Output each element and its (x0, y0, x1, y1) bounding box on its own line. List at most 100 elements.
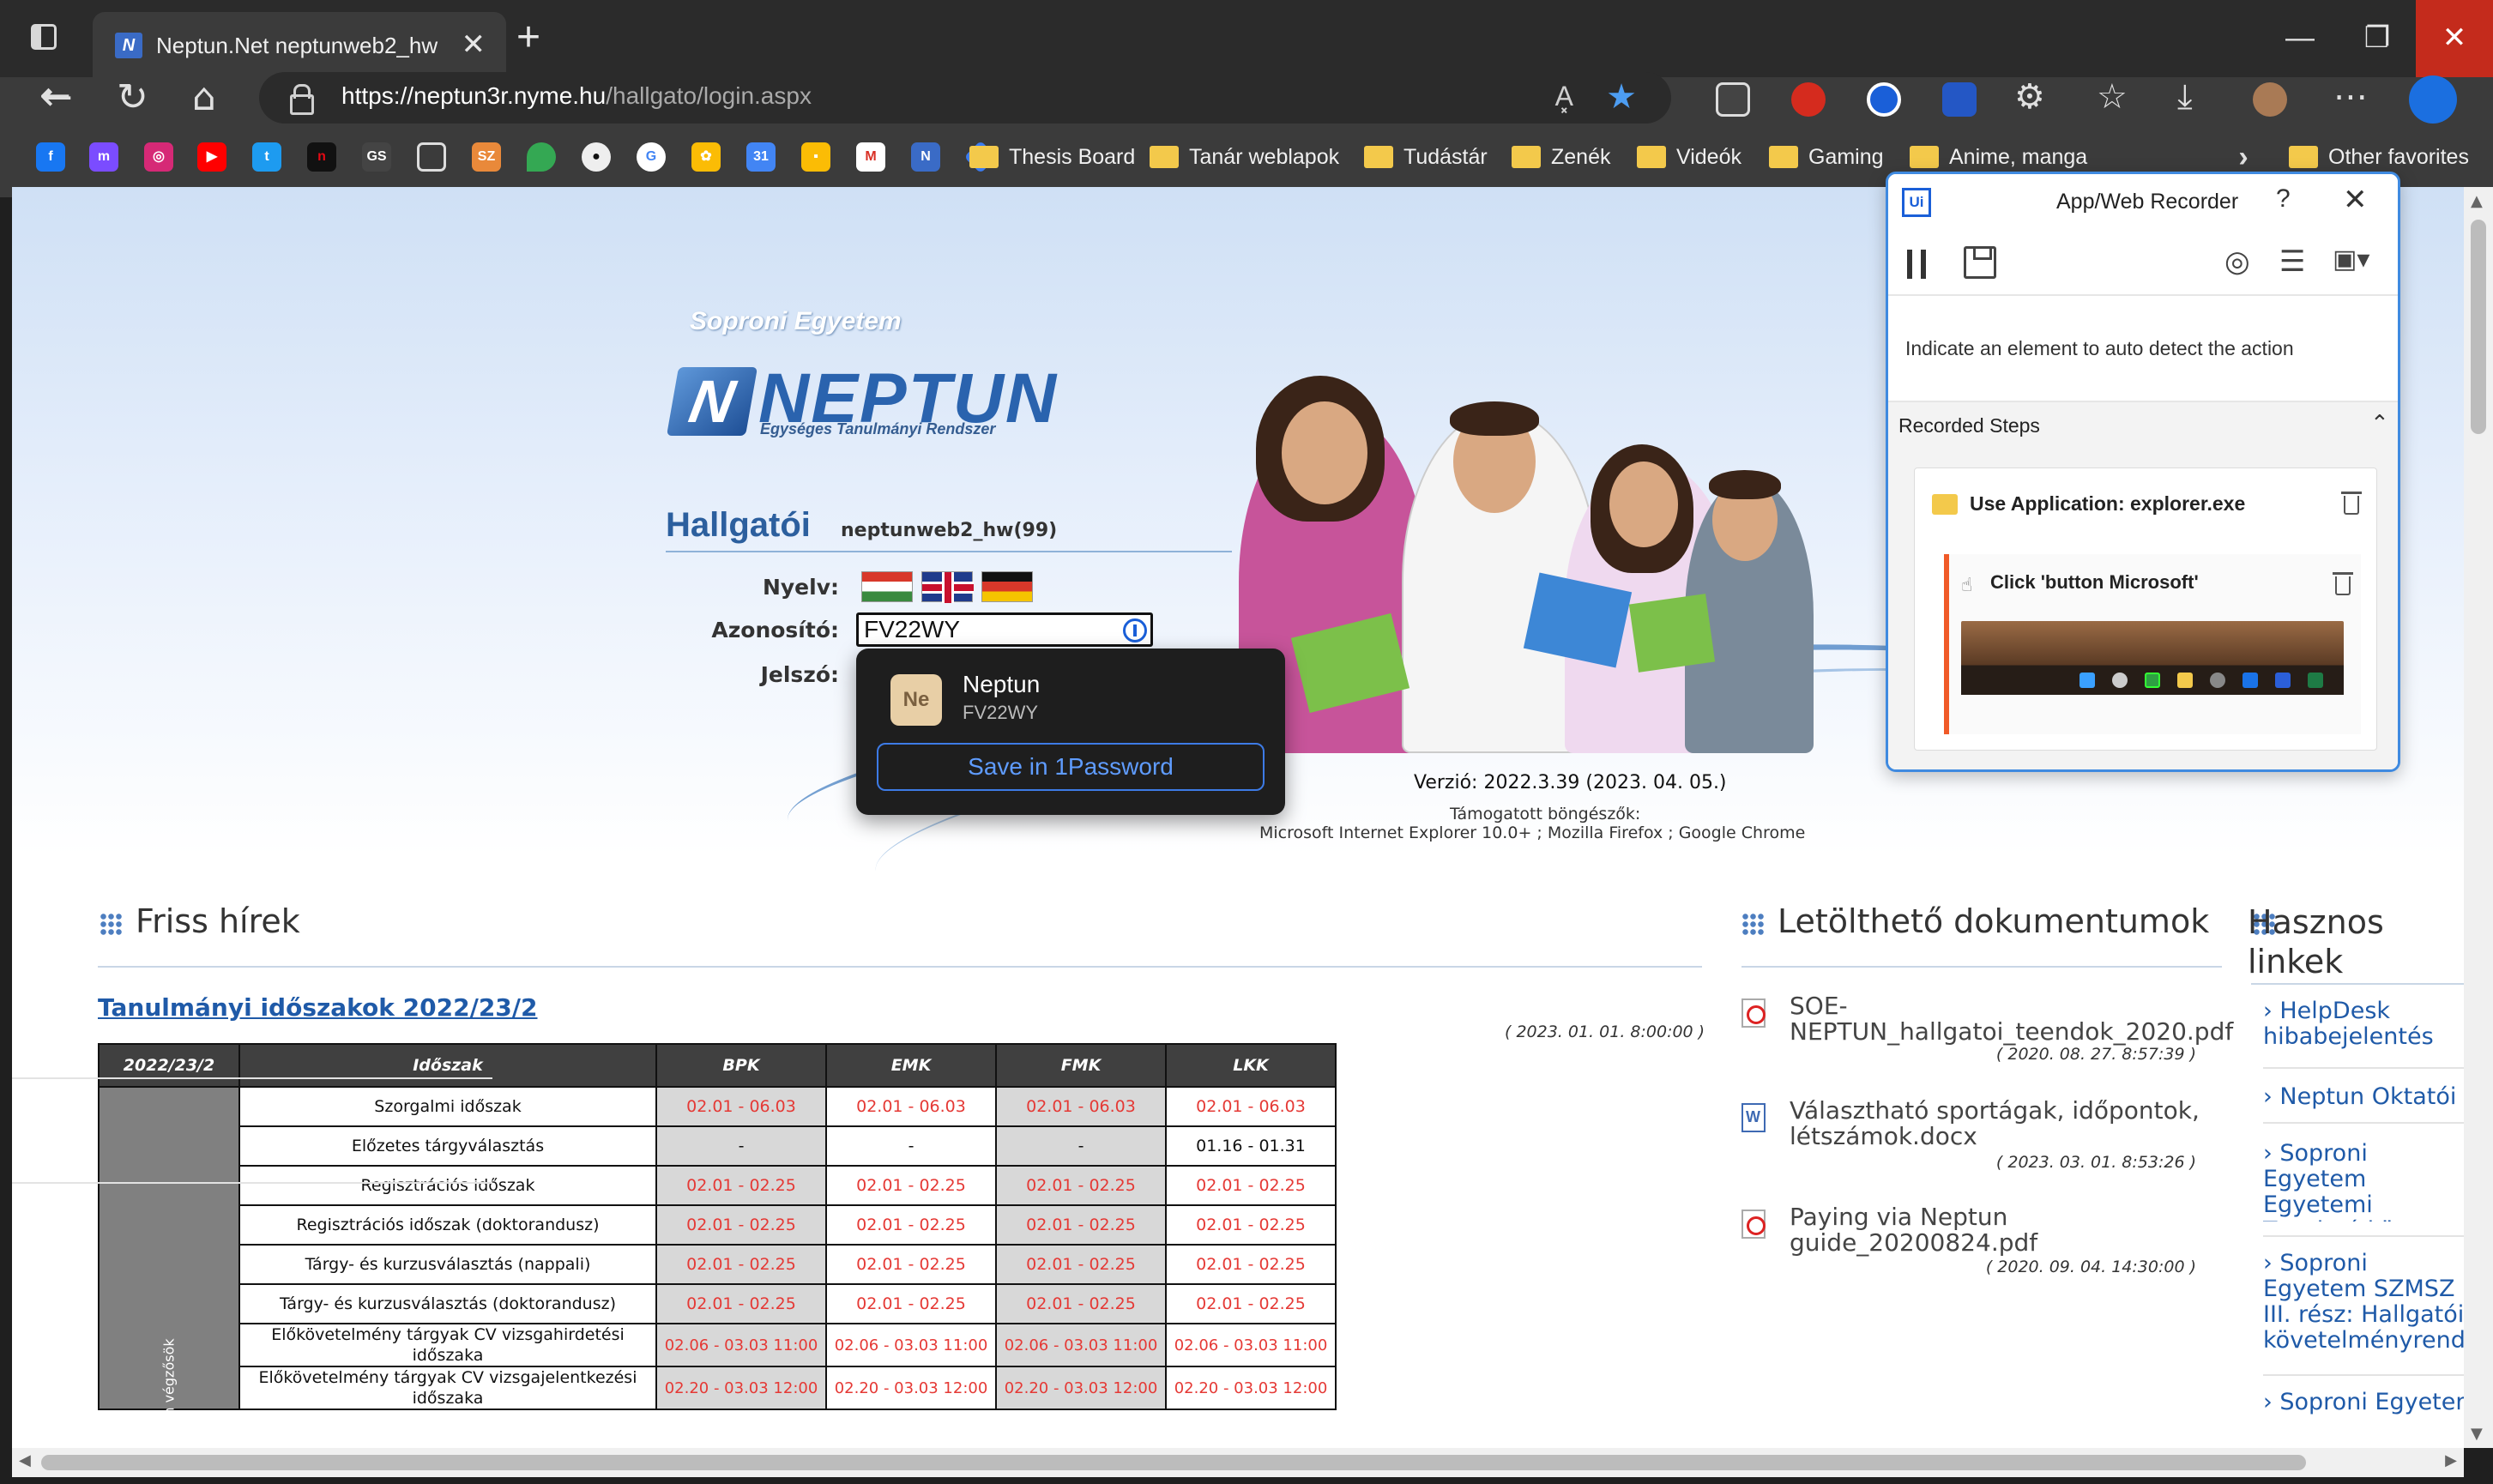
username-input[interactable]: FV22WY (856, 612, 1153, 647)
favorite-star-icon[interactable]: ★ (1606, 77, 1637, 117)
bookmarks-overflow-icon[interactable]: › (2229, 142, 2258, 172)
tab-close-icon[interactable]: ✕ (462, 27, 486, 62)
bookmark-folder-tudastar[interactable]: Tudástár (1364, 142, 1488, 172)
extension-glasses-icon[interactable] (1716, 82, 1750, 117)
more-menu-icon[interactable]: ⋯ (2333, 77, 2368, 117)
restore-button[interactable]: ❐ (2339, 0, 2416, 77)
table-cell-date: 02.01 - 02.25 (655, 1283, 827, 1324)
scrollbar-thumb[interactable] (2471, 220, 2486, 434)
document-item[interactable]: Választható sportágak, időpontok, létszá… (1741, 1098, 2200, 1172)
extension-uipath-icon[interactable] (1942, 82, 1977, 117)
messenger-icon[interactable]: m (89, 142, 118, 172)
recorded-steps-header[interactable]: Recorded Steps ⌃ (1888, 401, 2398, 450)
refresh-button[interactable]: ↻ (117, 79, 148, 117)
target-icon[interactable]: ◎ (2224, 244, 2250, 279)
new-tab-button[interactable]: + (516, 12, 540, 63)
flag-german-icon[interactable] (981, 571, 1033, 602)
delete-icon[interactable] (2341, 492, 2362, 515)
profile-avatar[interactable] (2253, 82, 2287, 117)
downloads-icon[interactable]: ⤓ (2177, 77, 2193, 117)
scroll-down-icon[interactable]: ▼ (2471, 1425, 2483, 1443)
gmail-icon[interactable]: M (856, 142, 885, 172)
lock-icon[interactable] (290, 84, 314, 115)
document-item[interactable]: Paying via Neptun guide_20200824.pdf ( 2… (1741, 1204, 2196, 1276)
news-item-link[interactable]: Tanulmányi időszakok 2022/23/2 (98, 993, 538, 1022)
sz-icon[interactable]: SZ (472, 142, 501, 172)
pause-icon[interactable] (1907, 250, 1926, 279)
extension-1password-icon[interactable] (1867, 82, 1901, 117)
useful-link-oktatoi[interactable]: › Neptun Oktatói w (2263, 1084, 2464, 1110)
extensions-puzzle-icon[interactable]: ⚙ (2014, 77, 2045, 117)
useful-link-szmsz[interactable]: › Soproni Egyetem SZMSZ III. rész: Hallg… (2263, 1251, 2464, 1357)
url-text[interactable]: https://neptun3r.nyme.hu/hallgato/login.… (341, 82, 812, 110)
table-cell-date: 02.01 - 02.25 (995, 1283, 1167, 1324)
favorites-icon[interactable]: ☆ (2097, 77, 2128, 117)
youtube-icon[interactable]: ▶ (197, 142, 226, 172)
table-cell-period: Előkövetelmény tárgyak CV vizsgahirdetés… (238, 1323, 657, 1367)
useful-link-tanulmanyi[interactable]: › Soproni Egyetem Egyetemi Tanulmá közpo… (2263, 1141, 2464, 1222)
table-row: n végzősök Szorgalmi időszak 02.01 - 06.03… (98, 1086, 1337, 1415)
bookmark-folder-anime[interactable]: Anime, manga (1910, 142, 2087, 172)
useful-link-soproni[interactable]: › Soproni Egyetem (2263, 1390, 2464, 1415)
window-close-button[interactable]: ✕ (2416, 0, 2493, 77)
document-name[interactable]: SOE-NEPTUN_hallgatoi_teendok_2020.pdf (1790, 993, 2233, 1045)
instagram-icon[interactable]: ◎ (144, 142, 173, 172)
google-icon[interactable]: G (637, 142, 666, 172)
save-in-1password-button[interactable]: Save in 1Password (877, 743, 1265, 791)
document-item[interactable]: SOE-NEPTUN_hallgatoi_teendok_2020.pdf ( … (1741, 993, 2233, 1064)
calendar-icon[interactable]: 31 (746, 142, 776, 172)
bookmark-folder-zenek[interactable]: Zenék (1512, 142, 1610, 172)
bookmark-folder-gaming[interactable]: Gaming (1769, 142, 1884, 172)
flag-hungarian-icon[interactable] (861, 571, 913, 602)
maps-icon[interactable] (527, 142, 556, 172)
scroll-left-icon[interactable]: ◀ (19, 1451, 31, 1469)
bookmark-folder-videok[interactable]: Videók (1637, 142, 1741, 172)
minimize-button[interactable]: — (2261, 0, 2339, 77)
recorder-close-button[interactable]: ✕ (2343, 183, 2368, 217)
word-icon (2275, 673, 2291, 688)
horizontal-scrollbar[interactable]: ◀ ▶ (12, 1448, 2464, 1477)
home-button[interactable]: ⌂ (192, 79, 216, 117)
neptun-bookmark-icon[interactable]: N (911, 142, 940, 172)
document-name[interactable]: Választható sportágak, időpontok, létszá… (1790, 1098, 2201, 1149)
1password-inline-icon[interactable] (1123, 618, 1147, 642)
help-button[interactable]: ? (2276, 184, 2291, 214)
item-username[interactable]: FV22WY (963, 702, 1038, 724)
browser-tab[interactable]: N Neptun.Net neptunweb2_hw ✕ (93, 12, 506, 77)
bookmark-thesis-board[interactable]: Thesis Board (969, 142, 1135, 172)
recorded-sub-step[interactable]: ☝ Click 'button Microsoft' (1944, 554, 2361, 734)
flag-english-icon[interactable] (921, 571, 974, 603)
bookmark-folder-tanar[interactable]: Tanár weblapok (1150, 142, 1339, 172)
save-icon[interactable] (1964, 246, 1996, 279)
item-name[interactable]: Neptun (963, 671, 1040, 698)
photos-icon[interactable]: ✿ (691, 142, 721, 172)
scroll-up-icon[interactable]: ▲ (2471, 192, 2483, 210)
table-cell-date: 02.01 - 02.25 (995, 1244, 1167, 1285)
read-aloud-icon[interactable]: A͓ (1555, 81, 1573, 112)
recorded-step[interactable]: Use Application: explorer.exe ☝ Click 'b… (1914, 468, 2377, 751)
bing-copilot-icon[interactable] (2409, 75, 2457, 124)
gs-icon[interactable]: GS (362, 142, 391, 172)
bookmark-folder-other[interactable]: Other favorites (2289, 142, 2469, 172)
sidebar-toggle-icon[interactable] (31, 24, 57, 50)
screenshot-dropdown-icon[interactable]: ▣▾ (2333, 244, 2369, 274)
item-avatar[interactable]: Ne (890, 674, 942, 726)
vertical-scrollbar[interactable]: ▲ ▼ (2464, 187, 2493, 1448)
scroll-right-icon[interactable]: ▶ (2445, 1451, 2457, 1469)
useful-link-helpdesk[interactable]: › HelpDesk hibabejelentés (2263, 998, 2464, 1053)
scrollbar-thumb[interactable] (41, 1455, 2306, 1470)
twitter-icon[interactable]: t (252, 142, 281, 172)
delete-icon[interactable] (2333, 572, 2353, 595)
document-name[interactable]: Paying via Neptun guide_20200824.pdf (1790, 1204, 2201, 1256)
extension-adblock-icon[interactable] (1791, 82, 1826, 117)
chevron-up-icon[interactable]: ⌃ (2370, 411, 2389, 437)
address-bar[interactable]: https://neptun3r.nyme.hu/hallgato/login.… (259, 72, 1671, 124)
netflix-icon[interactable]: n (307, 142, 336, 172)
keep-icon[interactable]: ▪ (801, 142, 830, 172)
document-icon[interactable] (417, 142, 446, 172)
github-icon[interactable]: ● (582, 142, 611, 172)
facebook-icon[interactable]: f (36, 142, 65, 172)
steps-list-icon[interactable]: ☰ (2279, 244, 2305, 279)
back-button[interactable]: ← (41, 79, 73, 117)
divider (2263, 1122, 2464, 1124)
